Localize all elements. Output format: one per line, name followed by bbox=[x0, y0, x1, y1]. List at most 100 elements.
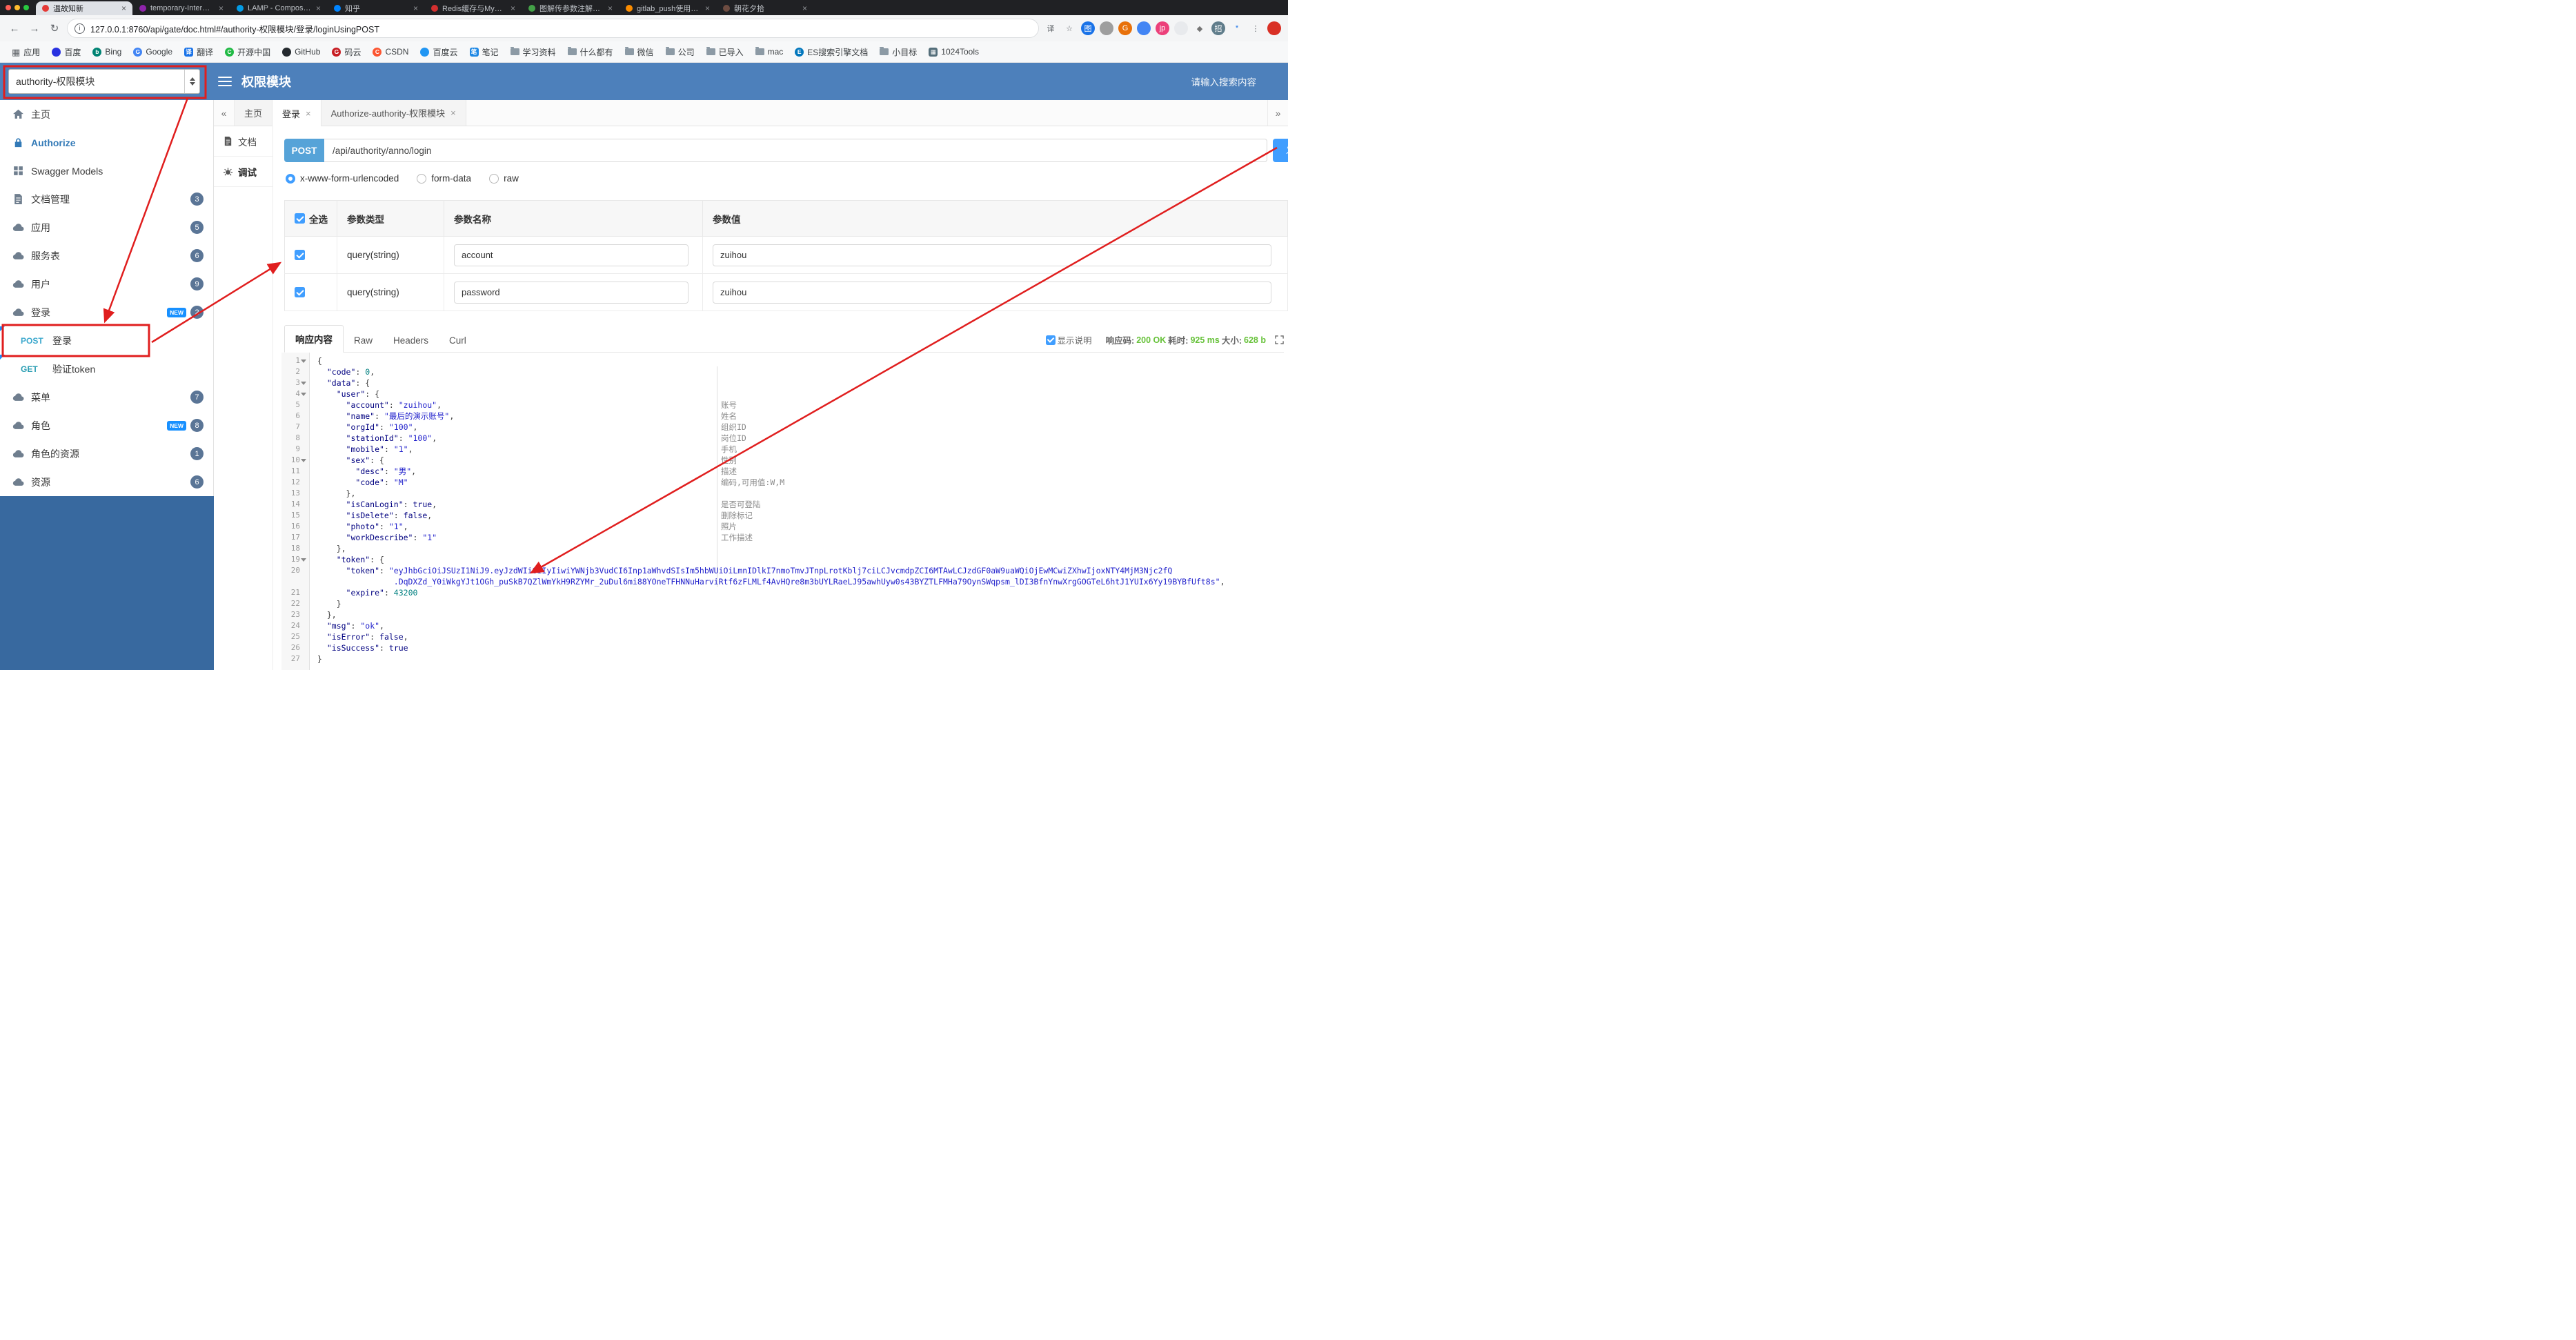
show-desc-checkbox[interactable] bbox=[1045, 335, 1056, 345]
tab-close-icon[interactable]: × bbox=[306, 108, 311, 119]
tab-close-icon[interactable]: × bbox=[450, 108, 456, 118]
response-tab-Curl[interactable]: Curl bbox=[439, 329, 477, 352]
ext-blue-icon[interactable] bbox=[1137, 21, 1151, 35]
tab-close-icon[interactable]: × bbox=[316, 3, 321, 13]
browser-tab[interactable]: Redis缓存与My… × bbox=[425, 1, 522, 15]
browser-tab[interactable]: LAMP - Compos… × bbox=[230, 1, 327, 15]
sidebar-item-doc-manage[interactable]: 文档管理 3 bbox=[0, 185, 213, 213]
fullscreen-icon[interactable] bbox=[1275, 335, 1284, 344]
sidebar-item-swagger-models[interactable]: Swagger Models bbox=[0, 157, 213, 185]
tab-close-icon[interactable]: × bbox=[413, 3, 418, 13]
bookmark-item[interactable]: E ES搜索引擎文档 bbox=[790, 44, 873, 60]
bookmark-item[interactable]: mac bbox=[751, 45, 789, 59]
row-checkbox[interactable] bbox=[295, 287, 305, 298]
response-tab-响应内容[interactable]: 响应内容 bbox=[284, 325, 344, 353]
fold-arrow-icon[interactable] bbox=[301, 458, 306, 462]
window-close-icon[interactable] bbox=[6, 5, 11, 10]
collapse-right-icon[interactable]: » bbox=[1267, 100, 1288, 126]
bookmark-item[interactable]: C 开源中国 bbox=[220, 44, 275, 60]
bookmark-item[interactable]: ▦ 1024Tools bbox=[924, 45, 984, 59]
back-icon[interactable]: ← bbox=[7, 23, 22, 35]
bookmark-item[interactable]: b Bing bbox=[88, 45, 126, 59]
translate-icon[interactable]: 译 bbox=[1044, 21, 1058, 35]
fold-arrow-icon[interactable] bbox=[301, 392, 306, 396]
param-name-input[interactable] bbox=[454, 281, 688, 304]
url-bar[interactable]: i 127.0.0.1:8760/api/gate/doc.html#/auth… bbox=[67, 19, 1039, 38]
ext-gray-icon[interactable] bbox=[1100, 21, 1113, 35]
browser-tab[interactable]: 朝花夕拾 × bbox=[717, 1, 813, 15]
param-value-input[interactable] bbox=[713, 281, 1271, 304]
tab-close-icon[interactable]: × bbox=[705, 3, 710, 13]
ext-pink-icon[interactable]: jp bbox=[1156, 21, 1169, 35]
sidebar-item-role-resource[interactable]: 角色的资源 1 bbox=[0, 440, 213, 468]
content-type-radio[interactable]: form-data bbox=[417, 173, 471, 184]
tab-close-icon[interactable]: × bbox=[121, 3, 126, 13]
param-name-input[interactable] bbox=[454, 244, 688, 266]
bookmark-item[interactable]: 已导入 bbox=[702, 44, 749, 60]
profile-avatar[interactable] bbox=[1267, 21, 1281, 35]
sidebar-item-login-post[interactable]: POST 登录 bbox=[0, 326, 213, 355]
bookmark-item[interactable]: 百度 bbox=[47, 44, 86, 60]
param-value-input[interactable] bbox=[713, 244, 1271, 266]
bookmark-item[interactable]: G Google bbox=[128, 45, 177, 59]
tab-文档[interactable]: 文档 bbox=[214, 126, 273, 157]
browser-tab[interactable]: 温故知新 × bbox=[36, 1, 132, 15]
ext-zhao-icon[interactable]: 招 bbox=[1211, 21, 1225, 35]
url-text[interactable]: 127.0.0.1:8760/api/gate/doc.html#/author… bbox=[90, 22, 1031, 35]
sidebar-item-service[interactable]: 服务表 6 bbox=[0, 242, 213, 270]
sidebar-item-resource[interactable]: 资源 6 bbox=[0, 468, 213, 496]
tab-调试[interactable]: 调试 bbox=[214, 157, 273, 187]
ext-asterisk-icon[interactable]: * bbox=[1230, 21, 1244, 35]
row-checkbox[interactable] bbox=[295, 250, 305, 261]
tab-close-icon[interactable]: × bbox=[608, 3, 613, 13]
fold-arrow-icon[interactable] bbox=[301, 558, 306, 562]
sidebar-item-authorize[interactable]: Authorize bbox=[0, 128, 213, 157]
sidebar-item-app[interactable]: 应用 5 bbox=[0, 213, 213, 242]
sidebar-item-user[interactable]: 用户 9 bbox=[0, 270, 213, 298]
page-tab[interactable]: Authorize-authority-权限模块 × bbox=[321, 100, 466, 126]
bookmark-item[interactable]: 译翻译 bbox=[179, 44, 218, 60]
ext-light-icon[interactable] bbox=[1174, 21, 1188, 35]
page-tab[interactable]: 登录 × bbox=[273, 100, 321, 126]
module-select[interactable]: authority-权限模块 bbox=[8, 69, 200, 94]
window-zoom-icon[interactable] bbox=[23, 5, 29, 10]
tab-close-icon[interactable]: × bbox=[802, 3, 807, 13]
window-controls[interactable] bbox=[6, 5, 29, 10]
reload-icon[interactable]: ↻ bbox=[47, 22, 62, 35]
bookmark-item[interactable]: 什么都有 bbox=[563, 44, 618, 60]
bookmark-item[interactable]: 微信 bbox=[620, 44, 659, 60]
response-tab-Raw[interactable]: Raw bbox=[344, 329, 383, 352]
ext-orange-icon[interactable]: G bbox=[1118, 21, 1132, 35]
bookmark-item[interactable]: 笔笔记 bbox=[465, 44, 504, 60]
browser-tab[interactable]: 图解传参数注解… × bbox=[522, 1, 619, 15]
sidebar-item-menu[interactable]: 菜单 7 bbox=[0, 383, 213, 411]
page-tab[interactable]: 主页 bbox=[235, 100, 273, 126]
bookmark-item[interactable]: 公司 bbox=[661, 44, 700, 60]
bookmark-item[interactable]: C CSDN bbox=[368, 45, 413, 59]
request-url[interactable]: /api/authority/anno/login bbox=[324, 139, 1267, 162]
browser-tab[interactable]: gitlab_push使用… × bbox=[620, 1, 716, 15]
bookmark-item[interactable]: ▦ 应用 bbox=[7, 44, 45, 60]
collapse-left-icon[interactable]: « bbox=[214, 100, 235, 126]
more-menu-icon[interactable]: ⋮ bbox=[1249, 21, 1262, 35]
response-tab-Headers[interactable]: Headers bbox=[383, 329, 439, 352]
content-type-radio[interactable]: x-www-form-urlencoded bbox=[286, 173, 399, 184]
page-info-icon[interactable]: i bbox=[75, 23, 85, 34]
bookmark-item[interactable]: G 码云 bbox=[327, 44, 366, 60]
ext-shield-icon[interactable]: ◆ bbox=[1193, 21, 1207, 35]
menu-toggle-icon[interactable] bbox=[218, 74, 232, 89]
window-minimize-icon[interactable] bbox=[14, 5, 20, 10]
fold-arrow-icon[interactable] bbox=[301, 359, 306, 363]
bookmark-item[interactable]: 百度云 bbox=[415, 44, 462, 60]
forward-icon[interactable]: → bbox=[27, 23, 42, 35]
bookmark-item[interactable]: 学习资料 bbox=[506, 44, 561, 60]
sidebar-item-home[interactable]: 主页 bbox=[0, 100, 213, 128]
fold-arrow-icon[interactable] bbox=[301, 381, 306, 385]
tab-close-icon[interactable]: × bbox=[219, 3, 224, 13]
tab-close-icon[interactable]: × bbox=[511, 3, 515, 13]
header-search-input[interactable]: 请输入搜索内容 bbox=[1191, 75, 1257, 88]
ext-capture-icon[interactable]: 图 bbox=[1081, 21, 1095, 35]
select-all-checkbox[interactable] bbox=[295, 213, 305, 224]
sidebar-item-role[interactable]: 角色 NEW 8 bbox=[0, 411, 213, 440]
browser-tab[interactable]: temporary-Inter… × bbox=[133, 1, 230, 15]
